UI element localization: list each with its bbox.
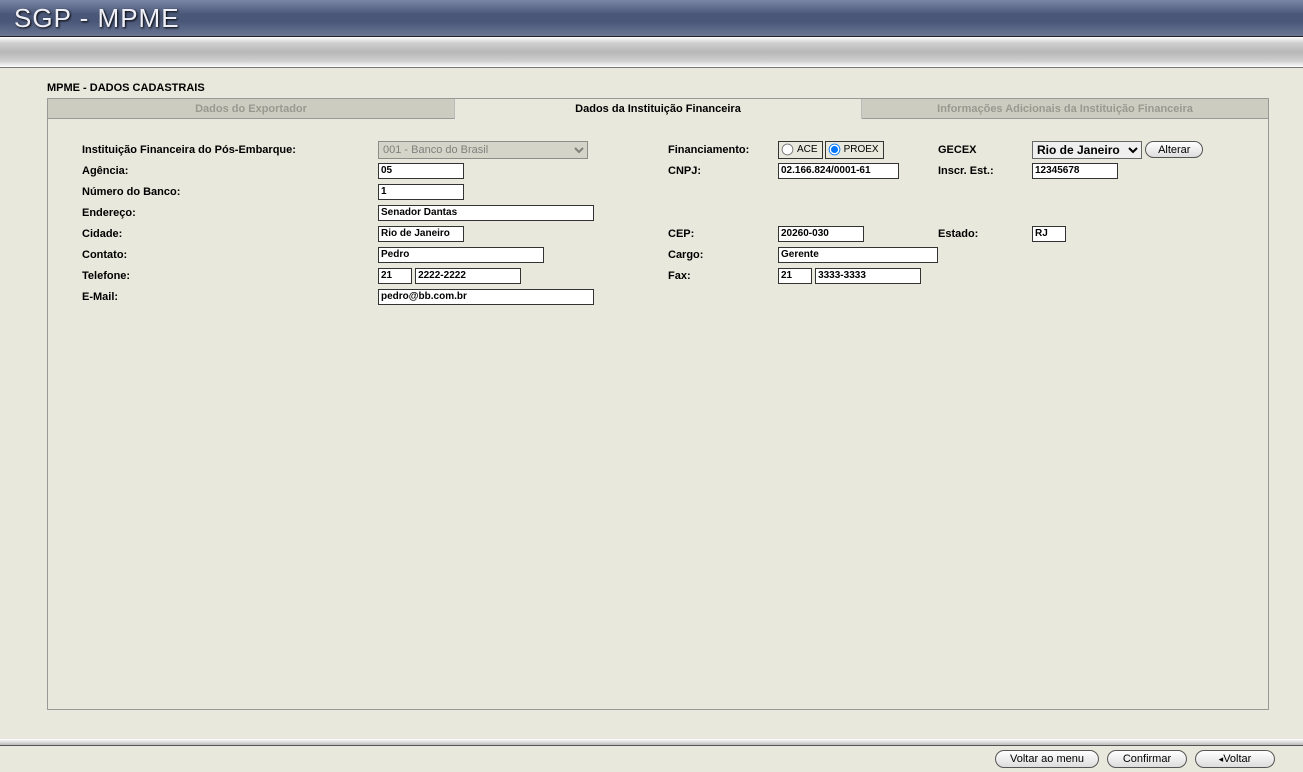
label-fax: Fax: <box>668 270 778 282</box>
label-numero-banco: Número do Banco: <box>48 186 378 198</box>
label-inscr-est: Inscr. Est.: <box>938 165 1032 177</box>
metal-strip <box>0 37 1303 68</box>
input-agencia[interactable] <box>378 163 464 179</box>
voltar-button[interactable]: Voltar <box>1195 750 1275 768</box>
input-email[interactable] <box>378 289 594 305</box>
input-tel-num[interactable] <box>415 268 521 284</box>
radio-ace[interactable] <box>782 144 794 156</box>
app-title: SGP - MPME <box>14 3 180 34</box>
label-estado: Estado: <box>938 228 1032 240</box>
radio-proex-box[interactable]: PROEX <box>825 141 884 159</box>
label-financiamento: Financiamento: <box>668 144 778 156</box>
input-endereco[interactable] <box>378 205 594 221</box>
input-inscr-est[interactable] <box>1032 163 1118 179</box>
radio-proex-label: PROEX <box>844 144 879 155</box>
label-instituicao: Instituição Financeira do Pós-Embarque: <box>48 144 378 156</box>
tab-dados-exportador[interactable]: Dados do Exportador <box>48 99 455 119</box>
tab-dados-instituicao[interactable]: Dados da Instituição Financeira <box>455 99 862 119</box>
alterar-button[interactable]: Alterar <box>1145 141 1203 158</box>
voltar-menu-button[interactable]: Voltar ao menu <box>995 750 1099 768</box>
input-numero-banco[interactable] <box>378 184 464 200</box>
input-contato[interactable] <box>378 247 544 263</box>
footer-metal <box>0 739 1303 746</box>
input-estado[interactable] <box>1032 226 1066 242</box>
label-cnpj: CNPJ: <box>668 165 778 177</box>
tab-informacoes-adicionais[interactable]: Informações Adicionais da Instituição Fi… <box>862 99 1268 119</box>
label-gecex: GECEX <box>938 144 1032 156</box>
radio-ace-label: ACE <box>797 144 818 155</box>
select-instituicao[interactable]: 001 - Banco do Brasil <box>378 141 588 159</box>
footer-bar: Voltar ao menu Confirmar Voltar <box>0 746 1303 772</box>
section-title: MPME - DADOS CADASTRAIS <box>0 68 1303 98</box>
input-cep[interactable] <box>778 226 864 242</box>
input-fax-ddd[interactable] <box>778 268 812 284</box>
label-cep: CEP: <box>668 228 778 240</box>
input-cidade[interactable] <box>378 226 464 242</box>
select-gecex[interactable]: Rio de Janeiro <box>1032 141 1142 159</box>
label-telefone: Telefone: <box>48 270 378 282</box>
label-cargo: Cargo: <box>668 249 778 261</box>
input-tel-ddd[interactable] <box>378 268 412 284</box>
label-agencia: Agência: <box>48 165 378 177</box>
tab-bar: Dados do Exportador Dados da Instituição… <box>48 99 1268 119</box>
label-endereco: Endereço: <box>48 207 378 219</box>
main-panel: Dados do Exportador Dados da Instituição… <box>47 98 1269 710</box>
input-cargo[interactable] <box>778 247 938 263</box>
label-contato: Contato: <box>48 249 378 261</box>
label-cidade: Cidade: <box>48 228 378 240</box>
app-titlebar: SGP - MPME <box>0 0 1303 37</box>
footer: Voltar ao menu Confirmar Voltar <box>0 739 1303 772</box>
confirmar-button[interactable]: Confirmar <box>1107 750 1187 768</box>
input-fax-num[interactable] <box>815 268 921 284</box>
radio-ace-box[interactable]: ACE <box>778 141 823 159</box>
label-email: E-Mail: <box>48 291 378 303</box>
radio-proex[interactable] <box>828 144 840 156</box>
input-cnpj[interactable] <box>778 163 899 179</box>
form: Instituição Financeira do Pós-Embarque: … <box>48 119 1268 307</box>
